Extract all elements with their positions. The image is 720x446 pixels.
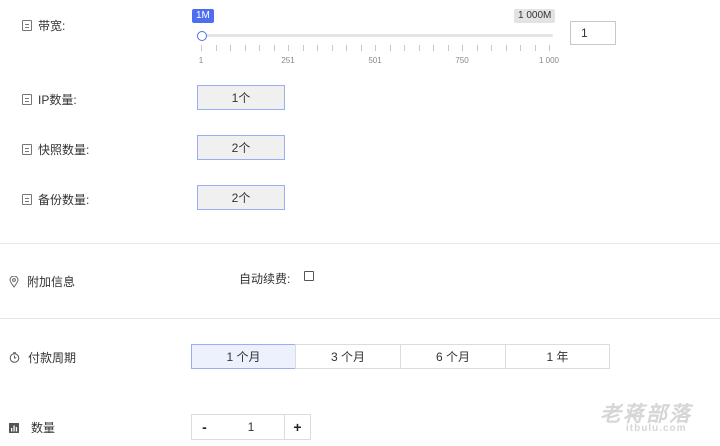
snapshot-value: 2个 <box>231 141 251 155</box>
clock-icon <box>9 352 20 363</box>
slider-tick <box>302 45 304 51</box>
snapshot-label: 快照数量: <box>38 143 90 157</box>
period-option-3-months[interactable]: 3 个月 <box>295 344 401 369</box>
backup-label: 备份数量: <box>38 193 90 207</box>
slider-tick <box>491 45 492 51</box>
bandwidth-slider-track[interactable] <box>201 34 553 37</box>
minus-icon: - <box>202 419 207 435</box>
location-pin-icon <box>9 275 19 288</box>
document-icon <box>22 144 32 155</box>
slider-tick <box>520 45 521 51</box>
section-divider <box>0 243 720 244</box>
quantity-input[interactable]: 1 <box>217 414 285 440</box>
slider-tick <box>360 45 362 51</box>
slider-tick <box>404 45 405 51</box>
slider-min-badge: 1M <box>192 9 214 23</box>
bandwidth-row-label: 带宽: <box>22 17 65 34</box>
payment-label: 付款周期 <box>28 351 77 365</box>
document-icon <box>22 194 32 205</box>
slider-tick <box>375 45 376 51</box>
slider-tick <box>462 45 463 51</box>
slider-tick <box>418 45 420 51</box>
slider-tick <box>215 45 217 51</box>
ip-row-label: IP数量: <box>22 91 77 108</box>
backup-row-label: 备份数量: <box>22 191 89 208</box>
ip-label: IP数量: <box>38 93 77 107</box>
auto-renew-label: 自动续费: <box>239 272 291 286</box>
quantity-label: 数量 <box>31 421 56 435</box>
slider-tick <box>244 45 246 51</box>
period-option-label: 1 年 <box>546 350 569 364</box>
slider-tick <box>505 45 507 51</box>
bandwidth-label: 带宽: <box>38 19 66 33</box>
watermark-url: itbulu.com <box>626 423 687 434</box>
bandwidth-slider-handle[interactable] <box>197 31 207 41</box>
extra-label: 附加信息 <box>27 275 76 289</box>
slider-tick-label: 1 000 <box>538 56 560 65</box>
slider-tick <box>288 45 289 51</box>
slider-tick <box>346 45 347 51</box>
document-icon <box>22 94 32 105</box>
ip-value-box: 1个 <box>197 85 285 110</box>
period-option-1-month[interactable]: 1 个月 <box>191 344 296 369</box>
slider-tick <box>447 45 449 51</box>
slider-tick <box>534 45 536 51</box>
snapshot-row-label: 快照数量: <box>22 141 89 158</box>
period-option-6-months[interactable]: 6 个月 <box>400 344 506 369</box>
plus-icon: + <box>293 419 302 435</box>
quantity-decrement-button[interactable]: - <box>191 414 218 440</box>
slider-tick <box>331 45 333 51</box>
extra-row-label: 附加信息 <box>9 273 75 290</box>
auto-renew-checkbox[interactable] <box>304 271 314 281</box>
slider-tick <box>549 45 550 51</box>
backup-value-box: 2个 <box>197 185 285 210</box>
section-divider <box>0 318 720 319</box>
document-icon <box>22 20 32 31</box>
slider-tick <box>230 45 231 51</box>
backup-value: 2个 <box>231 191 251 205</box>
quantity-increment-button[interactable]: + <box>284 414 311 440</box>
slider-tick <box>476 45 478 51</box>
period-option-label: 1 个月 <box>226 350 261 364</box>
period-option-1-year[interactable]: 1 年 <box>505 344 610 369</box>
slider-tick <box>317 45 318 51</box>
slider-tick <box>433 45 434 51</box>
quantity-row-label: 数量 <box>9 419 55 436</box>
slider-tick <box>389 45 391 51</box>
slider-tick-label: 251 <box>281 56 295 65</box>
bandwidth-input[interactable]: 1 <box>570 21 616 45</box>
slider-tick-label: 1 <box>198 56 204 65</box>
slider-tick <box>201 45 202 51</box>
period-option-label: 6 个月 <box>435 350 470 364</box>
ip-value: 1个 <box>231 91 251 105</box>
quantity-value: 1 <box>247 420 255 434</box>
snapshot-value-box: 2个 <box>197 135 285 160</box>
slider-tick <box>273 45 275 51</box>
slider-max-badge: 1 000M <box>514 9 556 23</box>
period-option-label: 3 个月 <box>330 350 365 364</box>
slider-tick <box>259 45 260 51</box>
bar-chart-icon <box>9 422 19 433</box>
slider-tick-label: 501 <box>368 56 382 65</box>
slider-tick-label: 750 <box>455 56 469 65</box>
bandwidth-input-value: 1 <box>581 26 588 40</box>
payment-row-label: 付款周期 <box>9 349 76 366</box>
